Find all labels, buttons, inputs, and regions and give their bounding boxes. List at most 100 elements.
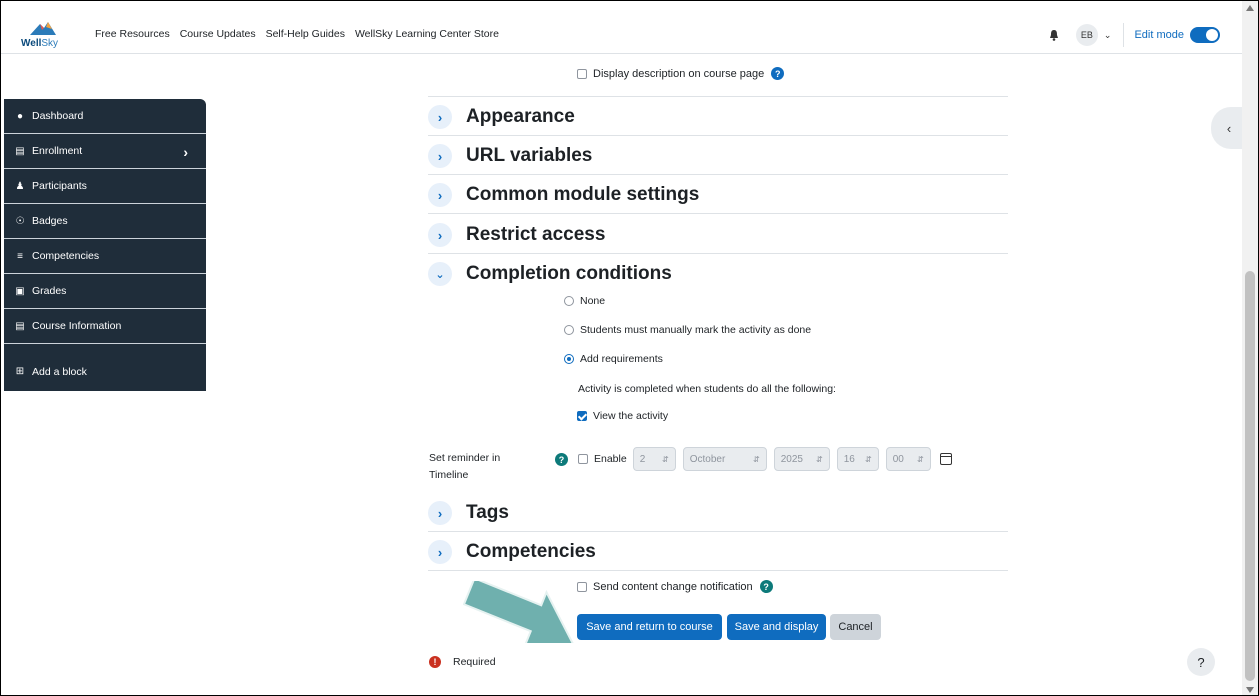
- bell-icon[interactable]: [1044, 25, 1064, 45]
- logo-text: WellSky: [21, 38, 59, 49]
- sidebar-item-course-information[interactable]: ▤ Course Information: [4, 309, 206, 344]
- reminder-enable-label: Enable: [594, 453, 627, 465]
- reminder-hour-select[interactable]: 16 ⇵: [836, 447, 879, 471]
- page-scrollbar[interactable]: [1242, 1, 1258, 695]
- sidebar-item-label: Course Information: [32, 320, 122, 332]
- select-arrow-icon: ⇵: [753, 454, 760, 464]
- course-index-sidebar: ● Dashboard ▤ Enrollment › ♟ Participant…: [4, 99, 206, 391]
- view-activity-row[interactable]: View the activity: [577, 410, 668, 422]
- sidebar-item-label: Competencies: [32, 250, 100, 262]
- reminder-label: Set reminder in Timeline: [429, 452, 501, 481]
- radio-none[interactable]: [564, 296, 574, 306]
- section-title: Tags: [466, 502, 509, 523]
- help-icon[interactable]: ?: [771, 67, 785, 80]
- sidebar-item-label: Dashboard: [32, 110, 84, 122]
- sidebar-item-participants[interactable]: ♟ Participants: [4, 169, 206, 204]
- save-return-button[interactable]: Save and return to course: [577, 614, 722, 640]
- top-navbar: WellSky Free Resources Course Updates Se…: [1, 15, 1242, 54]
- sidebar-item-add-block[interactable]: ⊞ Add a block: [4, 354, 206, 389]
- divider: [428, 253, 1008, 254]
- user-tools: EB ⌄ Edit mode: [1044, 23, 1220, 47]
- completion-add-requirements-option[interactable]: Add requirements: [564, 353, 663, 365]
- reminder-controls: Enable 2 ⇵ October ⇵ 2025 ⇵ 16 ⇵ 00 ⇵: [578, 447, 952, 471]
- chevron-right-icon: ›: [428, 183, 452, 207]
- scroll-down-icon[interactable]: [1246, 687, 1254, 693]
- section-title: Competencies: [466, 541, 596, 562]
- reminder-day-select[interactable]: 2 ⇵: [632, 447, 676, 471]
- divider: [1123, 23, 1125, 47]
- nav-self-help-guides[interactable]: Self-Help Guides: [266, 28, 345, 40]
- badge-icon: ☉: [15, 215, 25, 227]
- select-arrow-icon: ⇵: [865, 454, 872, 464]
- help-button[interactable]: ?: [1187, 648, 1215, 676]
- chevron-right-icon: ›: [428, 501, 452, 525]
- reminder-minute-select[interactable]: 00 ⇵: [885, 447, 931, 471]
- display-description-label: Display description on course page: [593, 67, 765, 80]
- section-title: Completion conditions: [466, 263, 672, 284]
- cancel-button[interactable]: Cancel: [830, 614, 881, 640]
- sidebar-item-badges[interactable]: ☉ Badges: [4, 204, 206, 239]
- save-display-button[interactable]: Save and display: [727, 614, 826, 640]
- user-avatar[interactable]: EB: [1075, 24, 1098, 46]
- edit-mode-toggle[interactable]: [1190, 27, 1220, 43]
- radio-label: Students must manually mark the activity…: [580, 324, 812, 336]
- nav-course-updates[interactable]: Course Updates: [180, 28, 256, 40]
- section-common-module-settings[interactable]: › Common module settings: [428, 183, 699, 207]
- radio-add-requirements[interactable]: [564, 354, 574, 364]
- divider: [428, 570, 1008, 571]
- divider: [428, 96, 1008, 97]
- required-note: ! Required: [429, 656, 496, 668]
- section-tags[interactable]: › Tags: [428, 501, 509, 525]
- nav-store[interactable]: WellSky Learning Center Store: [355, 28, 499, 40]
- section-title: Common module settings: [466, 184, 700, 205]
- bank-icon: ▤: [15, 145, 25, 157]
- section-title: URL variables: [466, 145, 593, 166]
- chevron-right-icon: ›: [428, 540, 452, 564]
- section-completion-conditions[interactable]: ⌄ Completion conditions: [428, 262, 672, 286]
- display-description-checkbox-row[interactable]: Display description on course page ?: [577, 67, 785, 80]
- reminder-year-select[interactable]: 2025 ⇵: [773, 447, 830, 471]
- section-url-variables[interactable]: › URL variables: [428, 144, 592, 168]
- chevron-left-icon: ‹: [1226, 120, 1232, 136]
- display-description-checkbox[interactable]: [577, 68, 587, 79]
- divider: [428, 135, 1008, 136]
- chevron-right-icon: ›: [428, 105, 452, 129]
- sidebar-item-label: Add a block: [32, 365, 87, 378]
- info-card-icon: ▤: [15, 320, 25, 332]
- help-icon[interactable]: ?: [759, 580, 773, 593]
- help-icon[interactable]: ?: [555, 453, 568, 466]
- section-title: Restrict access: [466, 224, 606, 245]
- completion-manual-option[interactable]: Students must manually mark the activity…: [564, 324, 811, 336]
- sidebar-item-grades[interactable]: ▣ Grades: [4, 274, 206, 309]
- edit-mode-label: Edit mode: [1134, 29, 1184, 41]
- sidebar-item-enrollment[interactable]: ▤ Enrollment ›: [4, 134, 206, 169]
- section-appearance[interactable]: › Appearance: [428, 105, 575, 129]
- completion-none-option[interactable]: None: [564, 295, 605, 307]
- chevron-right-icon: ›: [428, 144, 452, 168]
- section-title: Appearance: [466, 106, 575, 127]
- sidebar-item-competencies[interactable]: ≡ Competencies: [4, 239, 206, 274]
- chevron-down-icon: ⌄: [428, 262, 452, 286]
- scroll-thumb[interactable]: [1245, 271, 1255, 681]
- view-activity-label: View the activity: [593, 410, 669, 422]
- chevron-down-icon[interactable]: ⌄: [1104, 30, 1112, 41]
- reminder-enable-checkbox[interactable]: [578, 454, 588, 464]
- view-activity-checkbox[interactable]: [577, 411, 587, 421]
- sidebar-item-dashboard[interactable]: ● Dashboard: [4, 99, 206, 134]
- users-icon: ♟: [15, 180, 25, 192]
- radio-label: Add requirements: [580, 353, 663, 365]
- wellsky-logo[interactable]: WellSky: [21, 21, 65, 51]
- calendar-icon[interactable]: [939, 453, 952, 465]
- section-restrict-access[interactable]: › Restrict access: [428, 223, 605, 247]
- sidebar-item-label: Participants: [32, 180, 87, 192]
- scroll-up-icon[interactable]: [1246, 5, 1254, 11]
- select-arrow-icon: ⇵: [816, 454, 823, 464]
- send-notification-row[interactable]: Send content change notification ?: [577, 580, 773, 593]
- plus-square-icon: ⊞: [15, 366, 25, 377]
- section-competencies[interactable]: › Competencies: [428, 540, 596, 564]
- reminder-month-select[interactable]: October ⇵: [682, 447, 767, 471]
- radio-manual[interactable]: [564, 325, 574, 335]
- completion-info-text: Activity is completed when students do a…: [578, 383, 836, 395]
- app-frame: WellSky Free Resources Course Updates Se…: [0, 0, 1259, 696]
- nav-free-resources[interactable]: Free Resources: [95, 28, 170, 40]
